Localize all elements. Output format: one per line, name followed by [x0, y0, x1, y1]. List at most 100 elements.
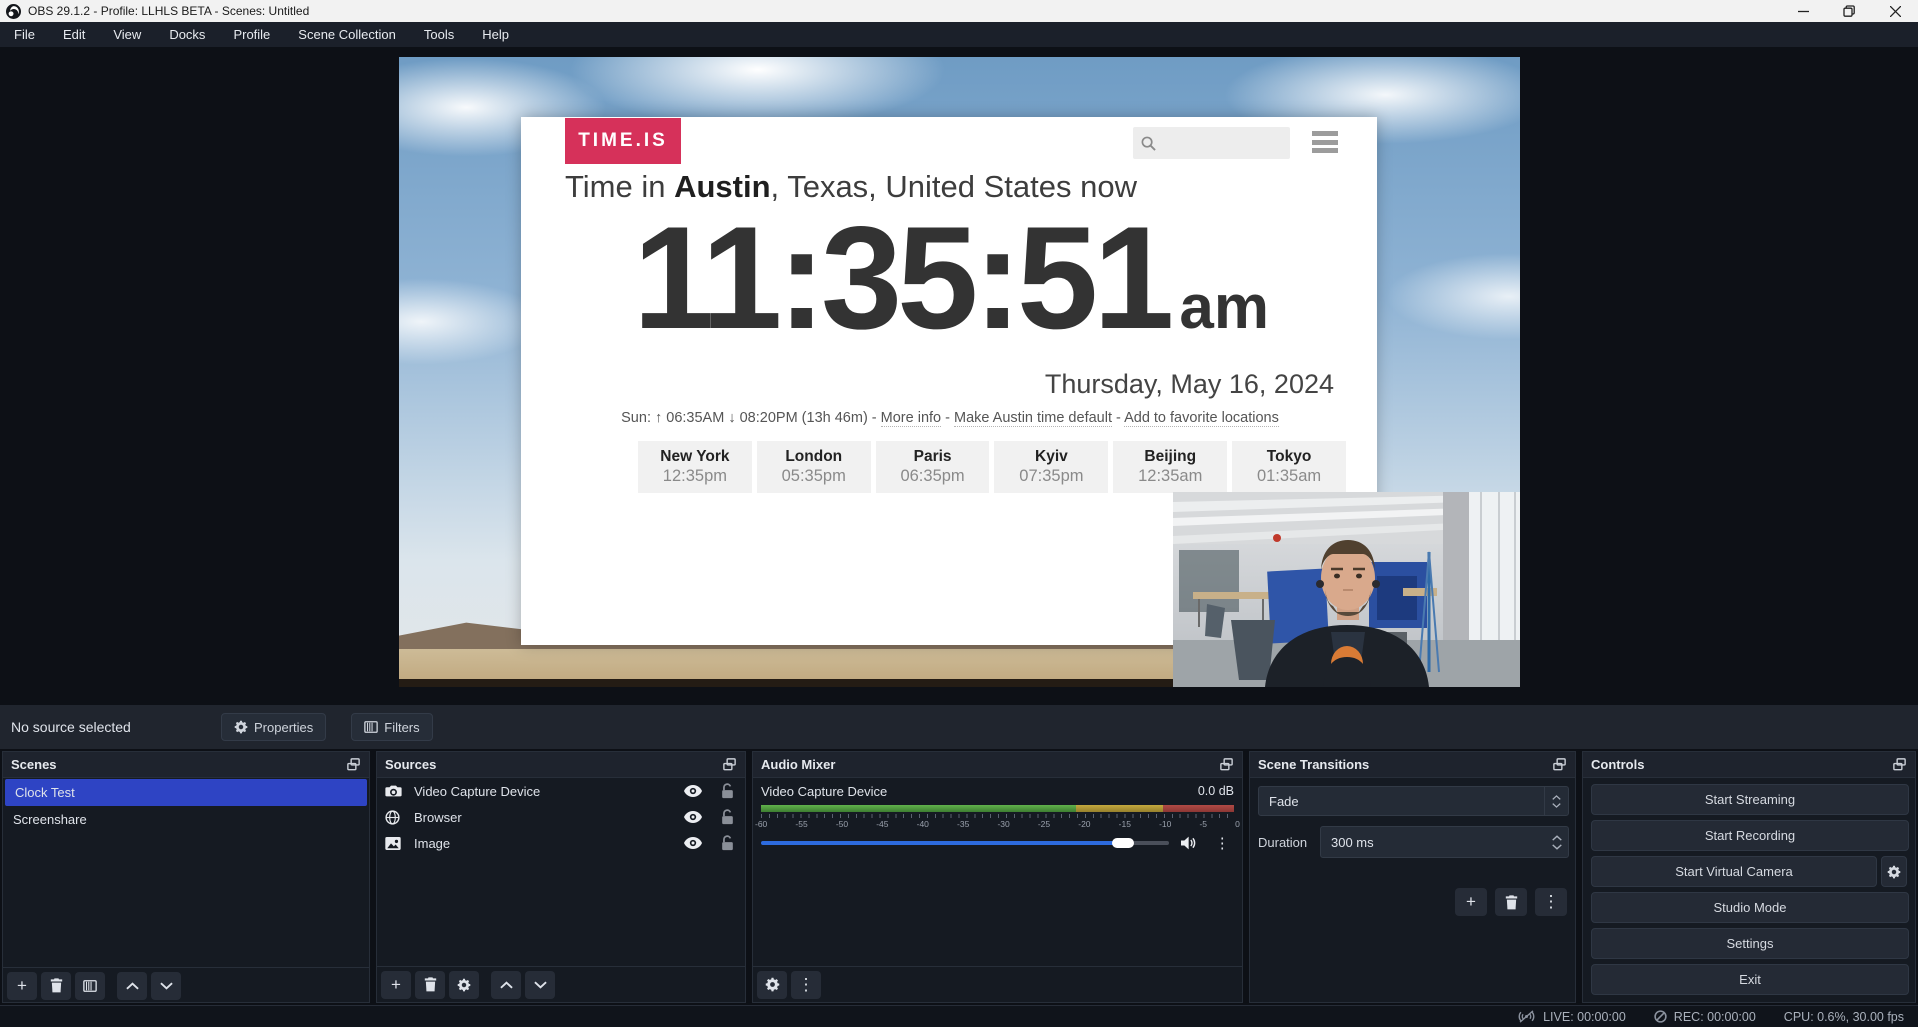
city-card: Tokyo01:35am: [1232, 441, 1346, 493]
lock-toggle[interactable]: [717, 783, 737, 799]
dropdown-spinner[interactable]: [1544, 787, 1568, 815]
transition-dropdown[interactable]: Fade: [1258, 786, 1569, 816]
lock-toggle[interactable]: [717, 835, 737, 851]
menu-profile[interactable]: Profile: [219, 22, 284, 47]
scene-transitions-panel: Scene Transitions Fade Duration 300 ms: [1249, 751, 1576, 1003]
duration-spinbox[interactable]: 300 ms: [1320, 826, 1569, 858]
menu-help[interactable]: Help: [468, 22, 523, 47]
webcam-video: [1173, 492, 1520, 687]
volume-slider[interactable]: [761, 841, 1169, 845]
move-scene-down-button[interactable]: [151, 972, 181, 1000]
restore-button[interactable]: [1826, 0, 1872, 22]
duration-label: Duration: [1258, 835, 1320, 850]
preview-area: TIME.IS Time in Austin, Texas, United St…: [0, 47, 1918, 705]
menu-view[interactable]: View: [99, 22, 155, 47]
transition-buttons: + ⋮: [1455, 888, 1567, 916]
visibility-toggle[interactable]: [683, 837, 703, 849]
start-recording-button[interactable]: Start Recording: [1591, 820, 1909, 851]
sources-header: Sources: [377, 752, 745, 778]
add-scene-button[interactable]: +: [7, 972, 37, 1000]
eye-icon: [684, 811, 702, 823]
add-source-button[interactable]: +: [381, 971, 411, 999]
remove-transition-button[interactable]: [1495, 888, 1527, 916]
popout-icon[interactable]: [1892, 757, 1907, 772]
virtual-camera-settings-button[interactable]: [1881, 856, 1907, 887]
filter-icon: [364, 720, 378, 734]
add-favorite-link: Add to favorite locations: [1124, 410, 1279, 427]
move-scene-up-button[interactable]: [117, 972, 147, 1000]
advanced-audio-button[interactable]: [757, 971, 787, 999]
popout-icon[interactable]: [1219, 757, 1234, 772]
more-info-link: More info: [881, 410, 941, 427]
channel-options-button[interactable]: ⋮: [1210, 834, 1234, 852]
scenes-footer-toolbar: +: [3, 967, 369, 1003]
lock-toggle[interactable]: [717, 809, 737, 825]
eye-icon: [684, 785, 702, 797]
trash-icon: [1505, 895, 1518, 910]
volume-meter: [761, 805, 1234, 812]
visibility-toggle[interactable]: [683, 785, 703, 797]
preview-canvas[interactable]: TIME.IS Time in Austin, Texas, United St…: [399, 57, 1520, 687]
mixer-options-button[interactable]: ⋮: [791, 971, 821, 999]
volume-slider-handle[interactable]: [1112, 838, 1134, 848]
source-item-browser[interactable]: Browser: [377, 804, 745, 830]
make-default-link: Make Austin time default: [954, 410, 1112, 427]
camera-icon: [385, 784, 402, 798]
menu-file[interactable]: File: [0, 22, 49, 47]
menu-edit[interactable]: Edit: [49, 22, 99, 47]
world-cities-row: New York12:35pm London05:35pm Paris06:35…: [638, 441, 1346, 493]
menu-docks[interactable]: Docks: [155, 22, 219, 47]
clock-ampm: am: [1179, 273, 1269, 342]
unlock-icon: [721, 783, 734, 799]
source-item-image[interactable]: Image: [377, 830, 745, 856]
sources-footer-toolbar: +: [377, 966, 745, 1002]
meter-tick-marks: [761, 814, 1234, 818]
move-source-up-button[interactable]: [491, 971, 521, 999]
timeis-logo: TIME.IS: [565, 118, 681, 164]
gear-icon: [234, 720, 248, 734]
menu-tools[interactable]: Tools: [410, 22, 468, 47]
gear-icon: [1887, 865, 1901, 879]
eye-icon: [684, 837, 702, 849]
duration-row: Duration 300 ms: [1258, 826, 1569, 858]
close-button[interactable]: [1872, 0, 1918, 22]
spinbox-arrows[interactable]: [1552, 835, 1562, 850]
start-virtual-camera-button[interactable]: Start Virtual Camera: [1591, 856, 1877, 887]
mute-toggle[interactable]: [1181, 836, 1198, 850]
search-icon: [1141, 136, 1156, 151]
remove-scene-button[interactable]: [41, 972, 71, 1000]
scene-item-clock-test[interactable]: Clock Test: [5, 779, 367, 806]
settings-button[interactable]: Settings: [1591, 928, 1909, 959]
menu-scene-collection[interactable]: Scene Collection: [284, 22, 410, 47]
source-properties-button[interactable]: [449, 971, 479, 999]
move-source-down-button[interactable]: [525, 971, 555, 999]
scenes-header: Scenes: [3, 752, 369, 778]
exit-button[interactable]: Exit: [1591, 964, 1909, 995]
audio-mixer-panel: Audio Mixer Video Capture Device 0.0 dB …: [752, 751, 1243, 1003]
remove-source-button[interactable]: [415, 971, 445, 999]
popout-icon[interactable]: [1552, 757, 1567, 772]
studio-mode-button[interactable]: Studio Mode: [1591, 892, 1909, 923]
timeis-sun-info: Sun: ↑ 06:35AM ↓ 08:20PM (13h 46m) - Mor…: [565, 410, 1335, 426]
audio-mixer-header: Audio Mixer: [753, 752, 1242, 778]
image-icon: [385, 837, 401, 850]
source-item-video-capture[interactable]: Video Capture Device: [377, 778, 745, 804]
unlock-icon: [721, 809, 734, 825]
minimize-button[interactable]: [1780, 0, 1826, 22]
start-streaming-button[interactable]: Start Streaming: [1591, 784, 1909, 815]
popout-icon[interactable]: [722, 757, 737, 772]
visibility-toggle[interactable]: [683, 811, 703, 823]
add-transition-button[interactable]: +: [1455, 888, 1487, 916]
properties-button[interactable]: Properties: [221, 713, 326, 741]
trash-icon: [424, 977, 437, 992]
scenes-panel: Scenes Clock Test Screenshare +: [2, 751, 370, 1003]
obs-logo-icon: [6, 4, 21, 19]
chevron-up-icon: [1552, 835, 1562, 841]
filters-button[interactable]: Filters: [351, 713, 432, 741]
scene-item-screenshare[interactable]: Screenshare: [3, 806, 369, 833]
chevron-up-icon: [1552, 795, 1561, 800]
popout-icon[interactable]: [346, 757, 361, 772]
scene-filters-button[interactable]: [75, 972, 105, 1000]
transition-options-button[interactable]: ⋮: [1535, 888, 1567, 916]
timeis-date: Thursday, May 16, 2024: [521, 369, 1334, 400]
